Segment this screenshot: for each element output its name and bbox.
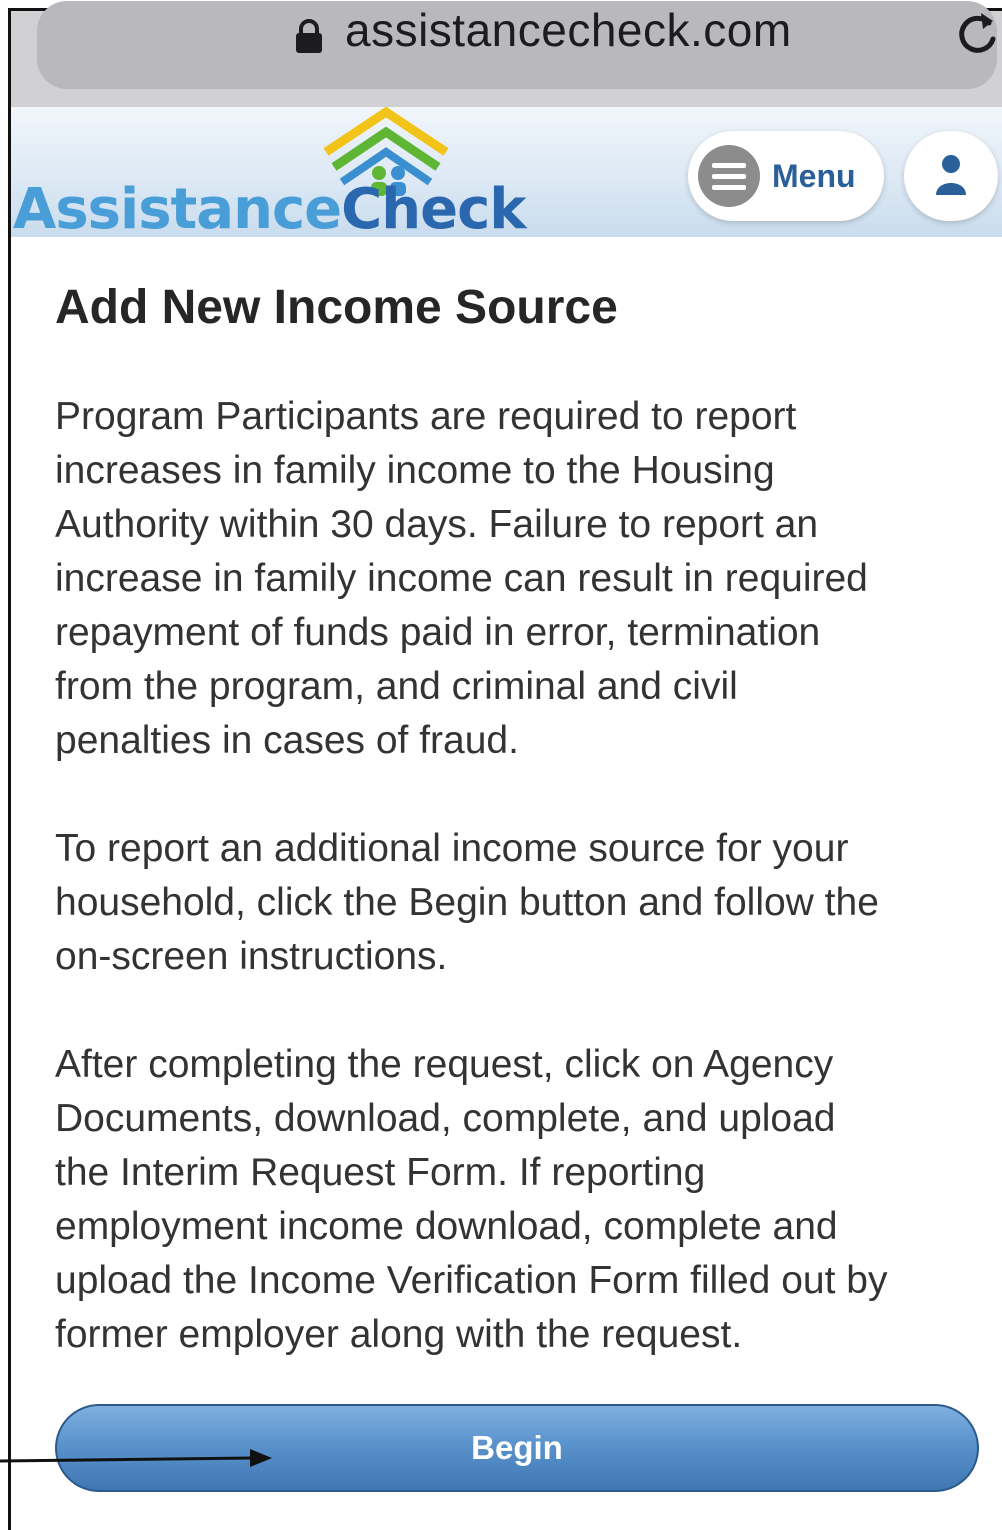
logo-wordmark: AssistanceCheck <box>13 177 527 242</box>
url-text: assistancecheck.com <box>345 4 792 56</box>
logo-word-assistance: Assistance <box>13 177 342 242</box>
begin-label: Begin <box>471 1429 563 1466</box>
site-header: AssistanceCheck Menu <box>11 107 1002 242</box>
pointer-arrow-icon <box>0 1449 272 1467</box>
menu-label: Menu <box>772 157 856 194</box>
after-request-instructions-text: After completing the request, click on A… <box>55 1043 888 1356</box>
reload-icon[interactable] <box>955 9 999 57</box>
user-icon <box>936 155 966 195</box>
address-bar[interactable]: assistancecheck.com <box>37 1 997 89</box>
hamburger-icon <box>698 145 760 207</box>
begin-instructions-text: To report an additional income source fo… <box>55 827 879 978</box>
browser-toolbar: assistancecheck.com <box>11 1 1002 107</box>
lock-icon <box>296 19 322 53</box>
logo-word-check: Check <box>341 177 526 242</box>
menu-button[interactable]: Menu <box>688 131 884 221</box>
user-account-button[interactable] <box>904 131 998 221</box>
assistancecheck-logo[interactable]: AssistanceCheck <box>11 107 527 242</box>
reporting-requirements-text: Program Participants are required to rep… <box>55 395 868 762</box>
page-title: Add New Income Source <box>55 281 618 334</box>
